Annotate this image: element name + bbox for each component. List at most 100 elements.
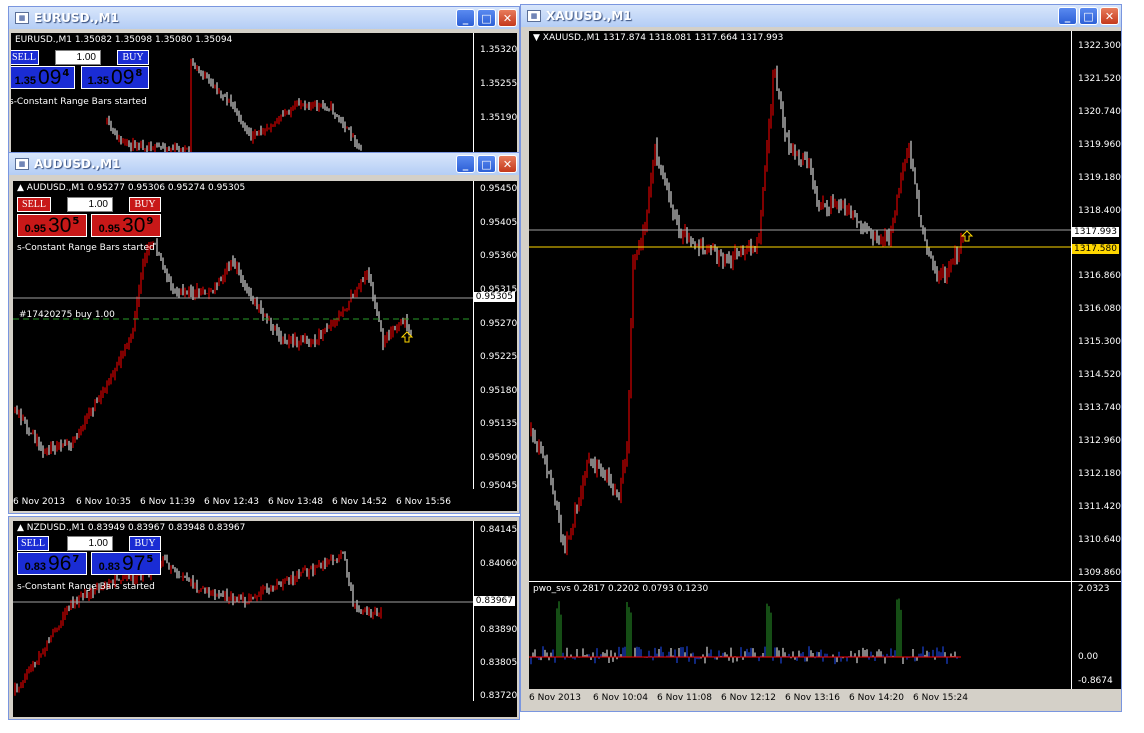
x-tick: 6 Nov 11:39 [140, 497, 195, 507]
y-tick: 1312.180 [1078, 469, 1121, 479]
x-tick: 6 Nov 13:48 [268, 497, 323, 507]
audusd-chart[interactable]: ▲ AUDUSD.,M1 0.95277 0.95306 0.95274 0.9… [13, 181, 517, 511]
y-tick: 1320.740 [1078, 107, 1121, 117]
status-text: s-Constant Range Bars started [11, 97, 147, 107]
y-tick: 1322.300 [1078, 41, 1121, 51]
sell-price[interactable]: 0.95 30 5 [17, 214, 87, 237]
x-tick: 6 Nov 10:04 [593, 693, 648, 703]
y-tick: 0.95270 [480, 319, 517, 329]
y-tick: 0.83890 [480, 625, 517, 635]
sell-price[interactable]: 0.83 96 7 [17, 552, 87, 575]
current-price-label: 1317.993 [1072, 227, 1119, 237]
buy-price[interactable]: 0.95 30 9 [91, 214, 161, 237]
buy-button[interactable]: BUY [129, 536, 161, 551]
y-tick: 1319.180 [1078, 173, 1121, 183]
lot-input[interactable]: 1.00 [67, 536, 113, 551]
audusd-candles [13, 238, 473, 458]
chart-window-icon: ▦ [15, 158, 29, 170]
eurusd-chart[interactable]: EURUSD.,M1 1.35082 1.35098 1.35080 1.350… [11, 33, 517, 155]
minimize-button[interactable]: _ [456, 9, 475, 27]
indicator-histogram [529, 598, 961, 665]
eurusd-header: EURUSD.,M1 1.35082 1.35098 1.35080 1.350… [15, 35, 233, 45]
y-tick: 0.00 [1078, 652, 1099, 662]
close-button[interactable]: ✕ [498, 155, 517, 173]
x-tick: 6 Nov 11:08 [657, 693, 712, 703]
buy-button[interactable]: BUY [117, 50, 149, 65]
nzdusd-window[interactable]: ▲ NZDUSD.,M1 0.83949 0.83967 0.83948 0.8… [8, 516, 520, 720]
y-tick: 1315.300 [1078, 337, 1121, 347]
x-tick: 6 Nov 15:24 [913, 693, 968, 703]
buy-button[interactable]: BUY [129, 197, 161, 212]
minimize-button[interactable]: _ [456, 155, 475, 173]
y-tick: -0.8674 [1078, 676, 1113, 686]
lot-input[interactable]: 1.00 [67, 197, 113, 212]
xauusd-indicator[interactable]: pwo_svs 0.2817 0.2202 0.0793 0.1230 2.03… [529, 581, 1121, 689]
maximize-button[interactable]: □ [477, 9, 496, 27]
xauusd-title: XAUUSD.,M1 [546, 9, 632, 23]
nzdusd-chart[interactable]: ▲ NZDUSD.,M1 0.83949 0.83967 0.83948 0.8… [13, 521, 517, 717]
x-tick: 6 Nov 2013 [13, 705, 65, 715]
buy-price[interactable]: 1.35 09 8 [81, 66, 149, 89]
buy-price[interactable]: 0.83 97 5 [91, 552, 161, 575]
y-tick: 1321.520 [1078, 74, 1121, 84]
x-tick: 6 Nov 14:16 [268, 705, 323, 715]
audusd-header: ▲ AUDUSD.,M1 0.95277 0.95306 0.95274 0.9… [17, 183, 246, 193]
audusd-y-axis: 0.95450 0.95405 0.95360 0.95315 0.95270 … [473, 181, 517, 491]
y-tick: 1314.520 [1078, 370, 1121, 380]
y-tick: 1310.640 [1078, 535, 1121, 545]
y-tick: 1316.080 [1078, 304, 1121, 314]
eurusd-window[interactable]: ▦ EURUSD.,M1 _ □ ✕ EURUSD.,M1 1.35082 1.… [8, 6, 520, 156]
y-tick: 0.84060 [480, 559, 517, 569]
minimize-button[interactable]: _ [1058, 7, 1077, 25]
eurusd-titlebar[interactable]: ▦ EURUSD.,M1 _ □ ✕ [9, 7, 519, 29]
y-tick: 1311.420 [1078, 502, 1121, 512]
audusd-window[interactable]: ▦ AUDUSD.,M1 _ □ ✕ ▲ AUDUSD.,M1 0.95277 … [8, 152, 520, 514]
y-tick: 1309.860 [1078, 568, 1121, 578]
indicator-y-axis: 2.0323 0.00 -0.8674 [1071, 582, 1121, 689]
current-price-label: 0.95305 [473, 292, 515, 302]
xauusd-chart[interactable]: ▼ XAUUSD.,M1 1317.874 1318.081 1317.664 … [529, 31, 1121, 583]
eurusd-y-axis: 1.35320 1.35255 1.35190 [473, 33, 517, 155]
close-button[interactable]: ✕ [1100, 7, 1119, 25]
lot-input[interactable]: 1.00 [55, 50, 101, 65]
x-tick: 6 Nov 12:43 [204, 497, 259, 507]
nzdusd-y-axis: 0.84145 0.84060 0.83890 0.83805 0.83720 [473, 521, 517, 701]
x-tick: 6 Nov 10:35 [76, 497, 131, 507]
x-tick: 6 Nov 2013 [13, 497, 65, 507]
sell-price[interactable]: 1.35 09 4 [11, 66, 75, 89]
close-button[interactable]: ✕ [498, 9, 517, 27]
x-tick: 6 Nov 12:08 [140, 705, 195, 715]
y-tick: 0.83805 [480, 658, 517, 668]
maximize-button[interactable]: □ [477, 155, 496, 173]
y-tick: 0.83720 [480, 691, 517, 701]
xauusd-candles [529, 65, 1071, 556]
y-tick: 1319.960 [1078, 140, 1121, 150]
x-tick: 6 Nov 13:12 [204, 705, 259, 715]
xauusd-window[interactable]: ▦ XAUUSD.,M1 _ □ ✕ ▼ XAUUSD.,M1 1317.874… [520, 4, 1122, 712]
sell-button[interactable]: SELL [17, 197, 51, 212]
y-tick: 1312.960 [1078, 436, 1121, 446]
xauusd-y-axis: 1322.300 1321.520 1320.740 1319.960 1319… [1071, 31, 1121, 583]
chart-window-icon: ▦ [527, 10, 541, 22]
y-tick: 2.0323 [1078, 584, 1110, 594]
y-tick: 0.95360 [480, 251, 517, 261]
status-text: s-Constant Range Bars started [17, 243, 155, 253]
current-price-label: 0.83967 [473, 596, 515, 606]
nzdusd-header: ▲ NZDUSD.,M1 0.83949 0.83967 0.83948 0.8… [17, 523, 246, 533]
sell-button[interactable]: SELL [17, 536, 49, 551]
y-tick: 0.95180 [480, 386, 517, 396]
order-price-label: 1317.580 [1072, 244, 1119, 254]
xauusd-titlebar[interactable]: ▦ XAUUSD.,M1 _ □ ✕ [521, 5, 1121, 27]
y-tick: 1.35320 [480, 45, 517, 55]
maximize-button[interactable]: □ [1079, 7, 1098, 25]
sell-button[interactable]: SELL [11, 50, 39, 65]
audusd-titlebar[interactable]: ▦ AUDUSD.,M1 _ □ ✕ [9, 153, 519, 175]
y-tick: 1316.860 [1078, 271, 1121, 281]
y-tick: 1.35255 [480, 79, 517, 89]
y-tick: 0.95405 [480, 218, 517, 228]
y-tick: 0.95135 [480, 419, 517, 429]
x-tick: 6 Nov 15:20 [332, 705, 387, 715]
y-tick: 1.35190 [480, 113, 517, 123]
y-tick: 1318.400 [1078, 206, 1121, 216]
x-tick: 6 Nov 14:20 [849, 693, 904, 703]
